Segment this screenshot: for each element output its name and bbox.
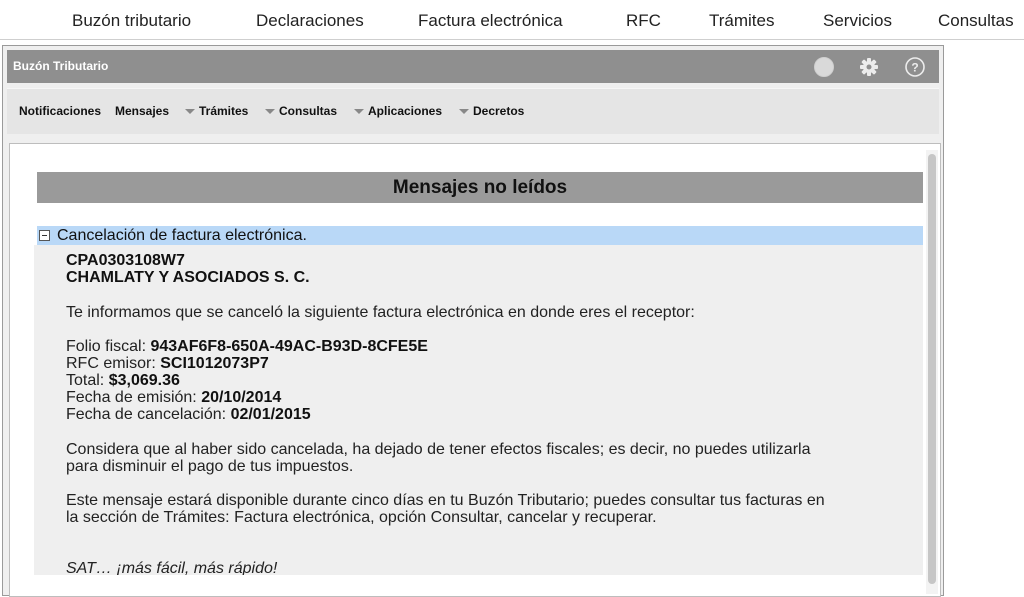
nav-factura-electronica[interactable]: Factura electrónica <box>418 0 563 40</box>
collapse-icon[interactable] <box>39 230 50 241</box>
nav-consultas[interactable]: Consultas <box>938 0 1014 40</box>
menu-decretos-arrow-icon[interactable] <box>459 109 469 114</box>
menu-aplicaciones[interactable]: Aplicaciones <box>368 89 442 135</box>
menu-consultas-arrow-icon[interactable] <box>265 109 275 114</box>
rfc-emisor-label: RFC emisor: <box>66 355 156 372</box>
message-paragraph-2-line-1: Este mensaje estará disponible durante c… <box>66 492 825 509</box>
nav-rfc[interactable]: RFC <box>626 0 661 40</box>
message-paragraph-1-line-1: Considera que al haber sido cancelada, h… <box>66 441 811 458</box>
status-circle-icon[interactable] <box>813 56 835 78</box>
top-navigation: Buzón tributario Declaraciones Factura e… <box>0 0 1024 40</box>
menu-aplicaciones-arrow-icon[interactable] <box>354 109 364 114</box>
help-icon[interactable]: ? <box>904 56 926 78</box>
message-body: CPA0303108W7 CHAMLATY Y ASOCIADOS S. C. … <box>34 245 923 575</box>
folio-value: 943AF6F8-650A-49AC-B93D-8CFE5E <box>150 338 428 355</box>
menu-mensajes[interactable]: Mensajes <box>115 89 169 135</box>
message-intro: Te informamos que se canceló la siguient… <box>66 304 695 321</box>
nav-declaraciones[interactable]: Declaraciones <box>256 0 364 40</box>
rfc-emisor-value: SCI1012073P7 <box>160 355 269 372</box>
vertical-scrollbar[interactable] <box>926 150 938 594</box>
menu-tramites-arrow-icon[interactable] <box>185 109 195 114</box>
field-folio-fiscal: Folio fiscal: 943AF6F8-650A-49AC-B93D-8C… <box>66 338 428 355</box>
buzon-window: Buzón Tributario ? Notificaciones Mensaj… <box>2 45 944 597</box>
gear-icon[interactable] <box>858 56 880 78</box>
menu-tramites[interactable]: Trámites <box>199 89 248 135</box>
folio-label: Folio fiscal: <box>66 338 147 355</box>
svg-text:?: ? <box>911 61 918 75</box>
nav-tramites[interactable]: Trámites <box>709 0 775 40</box>
window-menubar: Notificaciones Mensajes Trámites Consult… <box>7 88 939 134</box>
scrollbar-thumb[interactable] <box>928 154 936 584</box>
nav-servicios[interactable]: Servicios <box>823 0 892 40</box>
field-fecha-cancelacion: Fecha de cancelación: 02/01/2015 <box>66 406 311 423</box>
message-paragraph-1-line-2: para disminuir el pago de tus impuestos. <box>66 458 354 475</box>
message-row[interactable]: Cancelación de factura electrónica. <box>37 226 923 245</box>
total-label: Total: <box>66 372 105 389</box>
fecha-emision-value: 20/10/2014 <box>201 389 282 406</box>
window-titlebar: Buzón Tributario ? <box>7 50 939 83</box>
message-company: CHAMLATY Y ASOCIADOS S. C. <box>66 269 310 286</box>
fecha-cancelacion-value: 02/01/2015 <box>230 406 311 423</box>
total-value: $3,069.36 <box>108 372 180 389</box>
field-fecha-emision: Fecha de emisión: 20/10/2014 <box>66 389 281 406</box>
fecha-cancelacion-label: Fecha de cancelación: <box>66 406 227 423</box>
message-rfc: CPA0303108W7 <box>66 252 185 269</box>
message-signature: SAT… ¡más fácil, más rápido! <box>66 560 278 575</box>
message-subject[interactable]: Cancelación de factura electrónica. <box>57 226 307 245</box>
field-rfc-emisor: RFC emisor: SCI1012073P7 <box>66 355 269 372</box>
messages-panel: Mensajes no leídos Cancelación de factur… <box>9 143 941 597</box>
menu-decretos[interactable]: Decretos <box>473 89 524 135</box>
menu-notificaciones[interactable]: Notificaciones <box>19 89 101 135</box>
nav-buzon-tributario[interactable]: Buzón tributario <box>72 0 191 40</box>
fecha-emision-label: Fecha de emisión: <box>66 389 197 406</box>
field-total: Total: $3,069.36 <box>66 372 180 389</box>
message-paragraph-2-line-2: la sección de Trámites: Factura electrón… <box>66 509 657 526</box>
unread-messages-header: Mensajes no leídos <box>37 172 923 203</box>
menu-consultas[interactable]: Consultas <box>279 89 337 135</box>
window-title: Buzón Tributario <box>13 59 109 73</box>
